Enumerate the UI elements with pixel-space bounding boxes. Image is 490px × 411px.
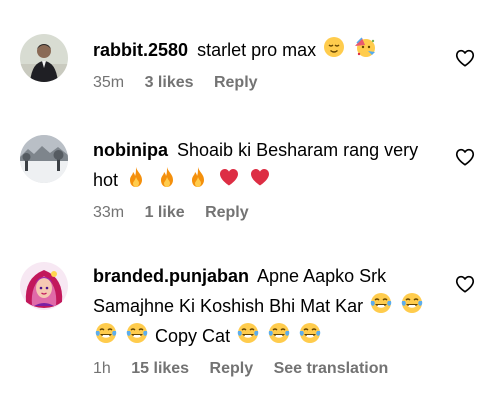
- reply-button[interactable]: Reply: [214, 74, 258, 91]
- comment-thread: rabbit.2580 starlet pro max 35m 3 likes …: [0, 0, 490, 411]
- comment-text: nobinipa Shoaib ki Besharam rang very ho…: [93, 135, 438, 195]
- comment-likes-count[interactable]: 3 likes: [145, 74, 194, 91]
- see-translation-button[interactable]: See translation: [274, 360, 389, 377]
- comment-timestamp: 33m: [93, 204, 125, 221]
- comment-meta: 35m 3 likes Reply: [93, 71, 438, 95]
- comment-text: rabbit.2580 starlet pro max: [93, 35, 438, 65]
- comment-message: starlet pro max: [197, 40, 317, 60]
- face-with-tears-of-joy-icon: [126, 322, 148, 344]
- face-with-tears-of-joy-icon: [401, 292, 423, 314]
- comment-likes-count[interactable]: 15 likes: [131, 360, 189, 377]
- relieved-face-icon: [323, 36, 345, 58]
- avatar[interactable]: [20, 135, 68, 183]
- heart-outline-icon: [455, 148, 475, 166]
- red-heart-icon: [218, 166, 240, 188]
- reply-button[interactable]: Reply: [205, 204, 249, 221]
- comment-meta: 33m 1 like Reply: [93, 201, 438, 225]
- heart-outline-icon: [455, 275, 475, 293]
- comment-username[interactable]: nobinipa: [93, 140, 168, 160]
- fire-icon: [187, 166, 209, 188]
- fire-icon: [156, 166, 178, 188]
- like-comment-button[interactable]: [454, 146, 476, 168]
- comment-username[interactable]: branded.punjaban: [93, 266, 249, 286]
- like-comment-button[interactable]: [454, 273, 476, 295]
- comment-message-end: Copy Cat: [155, 326, 231, 346]
- comment-likes-count[interactable]: 1 like: [145, 204, 185, 221]
- face-with-tears-of-joy-icon: [237, 322, 259, 344]
- comment-timestamp: 35m: [93, 74, 125, 91]
- face-with-tears-of-joy-icon: [268, 322, 290, 344]
- red-heart-icon: [249, 166, 271, 188]
- avatar[interactable]: [20, 34, 68, 82]
- face-with-tears-of-joy-icon: [299, 322, 321, 344]
- avatar-image: [20, 135, 68, 183]
- face-with-tears-of-joy-icon: [95, 322, 117, 344]
- fire-icon: [125, 166, 147, 188]
- avatar-image: [20, 34, 68, 82]
- partying-face-icon: [354, 36, 376, 58]
- comment-timestamp: 1h: [93, 360, 111, 377]
- face-with-tears-of-joy-icon: [370, 292, 392, 314]
- heart-outline-icon: [455, 49, 475, 67]
- like-comment-button[interactable]: [454, 47, 476, 69]
- comment-meta: 1h 15 likes Reply See translation: [93, 357, 438, 381]
- comment-text: branded.punjaban Apne Aapko Srk Samajhne…: [93, 261, 438, 351]
- avatar-image: [20, 262, 68, 310]
- avatar[interactable]: [20, 262, 68, 310]
- comment-username[interactable]: rabbit.2580: [93, 40, 188, 60]
- reply-button[interactable]: Reply: [210, 360, 254, 377]
